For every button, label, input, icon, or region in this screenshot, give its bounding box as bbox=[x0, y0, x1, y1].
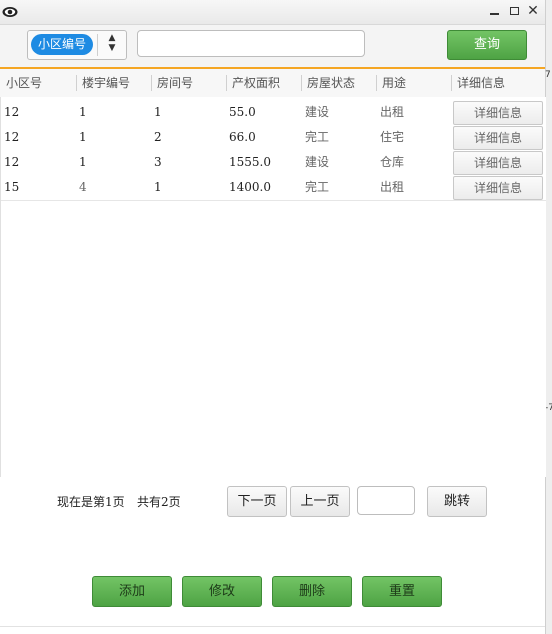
search-field-select[interactable]: 小区编号 ▲ ▼ bbox=[27, 30, 127, 60]
background-window-edge bbox=[545, 0, 552, 634]
table-row[interactable]: 12 1 2 66.0 完工 住宅 详细信息 bbox=[1, 125, 546, 151]
table-row[interactable]: 12 1 3 1555.0 建设 仓库 详细信息 bbox=[1, 150, 546, 176]
cell-status: 建设 bbox=[305, 105, 330, 119]
cell-status: 建设 bbox=[305, 155, 330, 169]
background-mark: -7 bbox=[545, 403, 552, 413]
window-bottom-border bbox=[0, 626, 545, 627]
table-body: 12 1 1 55.0 建设 出租 详细信息 12 1 2 66.0 完工 住宅… bbox=[0, 97, 546, 477]
query-button[interactable]: 查询 bbox=[447, 30, 527, 60]
search-field-selected: 小区编号 bbox=[31, 34, 93, 55]
spinner-arrows-icon[interactable]: ▲ ▼ bbox=[99, 33, 125, 57]
column-header[interactable]: 房屋状态 bbox=[301, 69, 376, 97]
total-pages-text: 共有2页 bbox=[137, 495, 181, 509]
column-header[interactable]: 产权面积 bbox=[226, 69, 301, 97]
close-icon[interactable]: ✕ bbox=[526, 4, 540, 18]
cell-usage: 住宅 bbox=[380, 130, 405, 144]
add-button[interactable]: 添加 bbox=[92, 576, 172, 607]
eye-icon bbox=[2, 7, 18, 17]
column-header[interactable]: 用途 bbox=[376, 69, 451, 97]
cell-community-no: 15 bbox=[4, 180, 20, 194]
search-input[interactable] bbox=[137, 30, 365, 57]
details-button[interactable]: 详细信息 bbox=[453, 151, 543, 175]
cell-room-no: 1 bbox=[154, 180, 162, 194]
cell-usage: 出租 bbox=[380, 105, 405, 119]
cell-building-no: 1 bbox=[79, 155, 87, 169]
cell-usage: 仓库 bbox=[380, 155, 405, 169]
details-button[interactable]: 详细信息 bbox=[453, 101, 543, 125]
table-row[interactable]: 12 1 1 55.0 建设 出租 详细信息 bbox=[1, 100, 546, 126]
cell-building-no: 4 bbox=[79, 180, 87, 194]
page-number-input[interactable] bbox=[357, 486, 415, 515]
table-row[interactable]: 15 4 1 1400.0 完工 出租 详细信息 bbox=[1, 175, 546, 201]
cell-community-no: 12 bbox=[4, 130, 20, 144]
cell-community-no: 12 bbox=[4, 155, 20, 169]
maximize-icon[interactable] bbox=[507, 4, 521, 18]
cell-area: 55.0 bbox=[229, 105, 256, 119]
column-header[interactable]: 详细信息 bbox=[451, 69, 545, 97]
cell-building-no: 1 bbox=[79, 105, 87, 119]
edit-button[interactable]: 修改 bbox=[182, 576, 262, 607]
jump-button[interactable]: 跳转 bbox=[427, 486, 487, 517]
table-header: 小区号 楼宇编号 房间号 产权面积 房屋状态 用途 详细信息 bbox=[0, 69, 545, 98]
cell-community-no: 12 bbox=[4, 105, 20, 119]
select-divider bbox=[97, 34, 98, 56]
minimize-icon[interactable] bbox=[487, 4, 501, 18]
details-button[interactable]: 详细信息 bbox=[453, 176, 543, 200]
details-button[interactable]: 详细信息 bbox=[453, 126, 543, 150]
cell-area: 1555.0 bbox=[229, 155, 271, 169]
cell-usage: 出租 bbox=[380, 180, 405, 194]
cell-status: 完工 bbox=[305, 180, 330, 194]
column-header[interactable]: 小区号 bbox=[0, 69, 76, 97]
search-toolbar: 小区编号 ▲ ▼ 查询 bbox=[0, 25, 545, 69]
cell-room-no: 1 bbox=[154, 105, 162, 119]
current-page-text: 现在是第1页 bbox=[57, 495, 125, 509]
background-mark: 7 bbox=[545, 70, 551, 80]
cell-room-no: 2 bbox=[154, 130, 162, 144]
title-bar: ✕ bbox=[0, 0, 545, 25]
cell-room-no: 3 bbox=[154, 155, 162, 169]
cell-area: 1400.0 bbox=[229, 180, 271, 194]
prev-page-button[interactable]: 上一页 bbox=[290, 486, 350, 517]
cell-building-no: 1 bbox=[79, 130, 87, 144]
delete-button[interactable]: 删除 bbox=[272, 576, 352, 607]
next-page-button[interactable]: 下一页 bbox=[227, 486, 287, 517]
reset-button[interactable]: 重置 bbox=[362, 576, 442, 607]
column-header[interactable]: 房间号 bbox=[151, 69, 226, 97]
column-header[interactable]: 楼宇编号 bbox=[76, 69, 151, 97]
cell-status: 完工 bbox=[305, 130, 330, 144]
cell-area: 66.0 bbox=[229, 130, 256, 144]
